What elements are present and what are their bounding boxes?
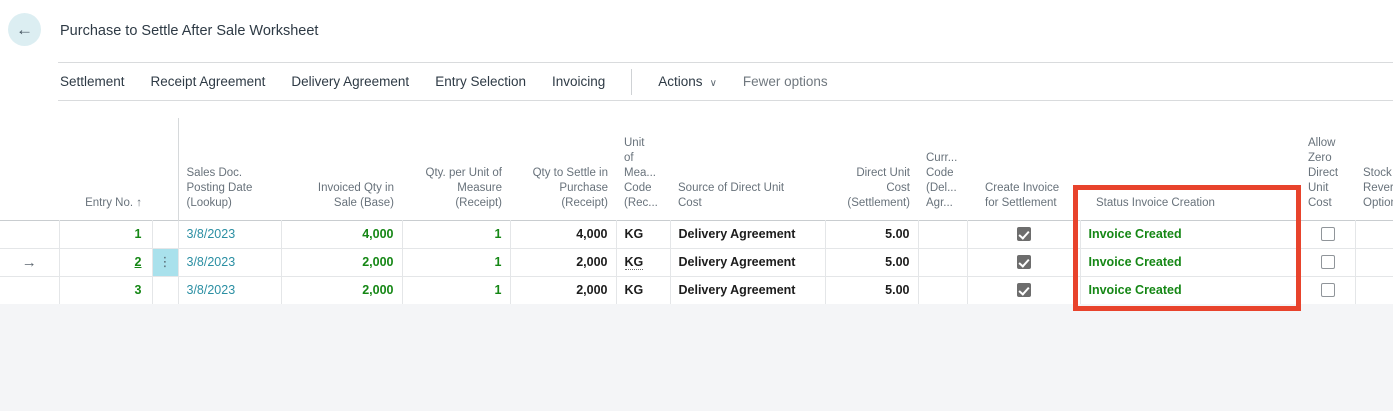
create-invoice-cell[interactable] [967, 276, 1080, 304]
row-selection-cell[interactable] [0, 276, 59, 304]
create-invoice-cell[interactable] [967, 220, 1080, 248]
col-header-allow-zero[interactable]: Allow Zero Direct Unit Cost [1300, 118, 1355, 220]
posting-date-cell[interactable]: 3/8/2023 [178, 248, 281, 276]
stock-reversal-cell[interactable] [1355, 220, 1393, 248]
back-button[interactable]: ← [8, 13, 41, 46]
row-menu-cell[interactable] [152, 276, 178, 304]
menu-item-settlement[interactable]: Settlement [60, 74, 125, 89]
uom-code-cell[interactable]: KG [616, 276, 670, 304]
invoiced-qty-cell[interactable]: 4,000 [281, 220, 402, 248]
col-header-row-menu [152, 118, 178, 220]
source-cell[interactable]: Delivery Agreement [670, 220, 825, 248]
direct-unit-cost-cell[interactable]: 5.00 [825, 220, 918, 248]
status-invoice-creation-cell: Invoice Created [1080, 220, 1300, 248]
menu-item-delivery-agreement[interactable]: Delivery Agreement [291, 74, 409, 89]
allow-zero-cell[interactable] [1300, 276, 1355, 304]
create-invoice-checkbox[interactable] [1017, 227, 1031, 241]
page-background [0, 304, 1393, 411]
allow-zero-checkbox[interactable] [1321, 283, 1335, 297]
col-header-status-invoice-creation[interactable]: Status Invoice Creation [1080, 118, 1300, 220]
row-menu-cell[interactable] [152, 220, 178, 248]
entry-no-cell[interactable]: 2 [59, 248, 152, 276]
invoiced-qty-cell[interactable]: 2,000 [281, 248, 402, 276]
stock-reversal-cell[interactable] [1355, 276, 1393, 304]
allow-zero-cell[interactable] [1300, 248, 1355, 276]
entry-no-cell[interactable]: 1 [59, 220, 152, 248]
row-selection-cell[interactable] [0, 220, 59, 248]
entry-no-cell[interactable]: 3 [59, 276, 152, 304]
qty-per-unit-cell[interactable]: 1 [402, 276, 510, 304]
qty-per-unit-cell[interactable]: 1 [402, 220, 510, 248]
selected-row-marker-icon: → [22, 254, 37, 271]
action-menu-bar: Settlement Receipt Agreement Delivery Ag… [58, 62, 1393, 101]
menu-item-receipt-agreement[interactable]: Receipt Agreement [151, 74, 266, 89]
qty-to-settle-cell[interactable]: 4,000 [510, 220, 616, 248]
source-cell[interactable]: Delivery Agreement [670, 248, 825, 276]
status-invoice-creation-cell: Invoice Created [1080, 248, 1300, 276]
worksheet-page: ← Purchase to Settle After Sale Workshee… [0, 0, 1393, 411]
worksheet-grid: Entry No. ↑ Sales Doc. Posting Date (Loo… [0, 118, 1393, 305]
create-invoice-cell[interactable] [967, 248, 1080, 276]
qty-per-unit-cell[interactable]: 1 [402, 248, 510, 276]
source-cell[interactable]: Delivery Agreement [670, 276, 825, 304]
row-menu-icon: ⋮ [159, 254, 172, 269]
uom-code-cell[interactable]: KG [616, 248, 670, 276]
col-header-qty-per-unit[interactable]: Qty. per Unit of Measure (Receipt) [402, 118, 510, 220]
col-header-uom-code[interactable]: Unit of Mea... Code (Rec... [616, 118, 670, 220]
col-header-source[interactable]: Source of Direct Unit Cost [670, 118, 825, 220]
currency-code-cell[interactable] [918, 248, 967, 276]
create-invoice-checkbox[interactable] [1017, 283, 1031, 297]
menu-divider [631, 69, 632, 95]
table-row: 3 3/8/2023 2,000 1 2,000 KG Delivery Agr… [0, 276, 1393, 304]
col-header-create-invoice[interactable]: Create Invoice for Settlement [967, 118, 1080, 220]
allow-zero-checkbox[interactable] [1321, 255, 1335, 269]
fewer-options-button[interactable]: Fewer options [743, 74, 828, 89]
qty-to-settle-cell[interactable]: 2,000 [510, 248, 616, 276]
currency-code-cell[interactable] [918, 220, 967, 248]
page-title: Purchase to Settle After Sale Worksheet [60, 23, 318, 39]
col-header-invoiced-qty[interactable]: Invoiced Qty in Sale (Base) [281, 118, 402, 220]
col-header-posting-date[interactable]: Sales Doc. Posting Date (Lookup) [178, 118, 281, 220]
col-header-direct-unit-cost[interactable]: Direct Unit Cost (Settlement) [825, 118, 918, 220]
direct-unit-cost-cell[interactable]: 5.00 [825, 248, 918, 276]
allow-zero-cell[interactable] [1300, 220, 1355, 248]
col-header-qty-to-settle[interactable]: Qty to Settle in Purchase (Receipt) [510, 118, 616, 220]
posting-date-cell[interactable]: 3/8/2023 [178, 220, 281, 248]
allow-zero-checkbox[interactable] [1321, 227, 1335, 241]
col-header-entry-no[interactable]: Entry No. ↑ [59, 118, 152, 220]
grid-header-row: Entry No. ↑ Sales Doc. Posting Date (Loo… [0, 118, 1393, 220]
chevron-down-icon: ∨ [710, 78, 717, 89]
menu-item-entry-selection[interactable]: Entry Selection [435, 74, 526, 89]
back-arrow-icon: ← [16, 20, 33, 39]
invoiced-qty-cell[interactable]: 2,000 [281, 276, 402, 304]
col-header-selection [0, 118, 59, 220]
col-header-stock-reversal[interactable]: Stock Revers Option [1355, 118, 1393, 220]
uom-code-cell[interactable]: KG [616, 220, 670, 248]
row-selection-cell[interactable]: → [0, 248, 59, 276]
row-menu-cell[interactable]: ⋮ [152, 248, 178, 276]
stock-reversal-cell[interactable] [1355, 248, 1393, 276]
col-header-currency-code[interactable]: Curr... Code (Del... Agr... [918, 118, 967, 220]
actions-dropdown-button[interactable]: Actions∨ [658, 74, 717, 89]
currency-code-cell[interactable] [918, 276, 967, 304]
qty-to-settle-cell[interactable]: 2,000 [510, 276, 616, 304]
posting-date-cell[interactable]: 3/8/2023 [178, 276, 281, 304]
direct-unit-cost-cell[interactable]: 5.00 [825, 276, 918, 304]
table-row: → 2 ⋮ 3/8/2023 2,000 1 2,000 KG Delivery… [0, 248, 1393, 276]
sort-ascending-icon: ↑ [136, 197, 142, 209]
table-row: 1 3/8/2023 4,000 1 4,000 KG Delivery Agr… [0, 220, 1393, 248]
menu-item-invoicing[interactable]: Invoicing [552, 74, 605, 89]
status-invoice-creation-cell: Invoice Created [1080, 276, 1300, 304]
create-invoice-checkbox[interactable] [1017, 255, 1031, 269]
